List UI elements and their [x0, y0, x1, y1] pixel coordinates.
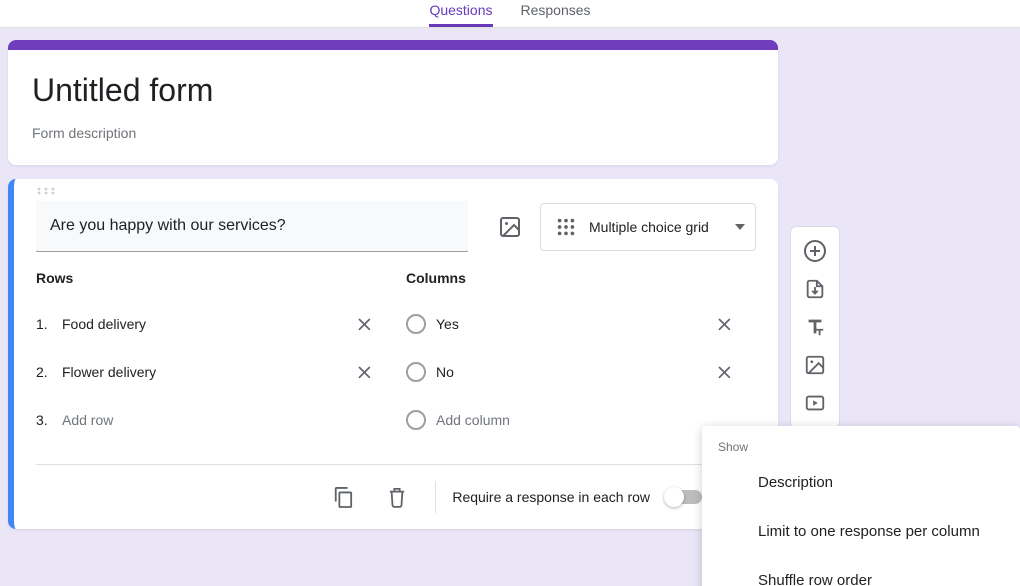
- options-menu: Show Description Limit to one response p…: [702, 426, 1020, 586]
- radio-icon: [406, 314, 426, 334]
- radio-icon: [406, 362, 426, 382]
- form-tabs: Questions Responses: [0, 0, 1020, 28]
- question-type-label: Multiple choice grid: [589, 219, 723, 235]
- form-title[interactable]: Untitled form: [32, 72, 754, 109]
- add-row[interactable]: 3. Add row: [36, 396, 376, 444]
- row-item[interactable]: 2. Flower delivery: [36, 348, 376, 396]
- row-number: 1.: [36, 316, 52, 332]
- remove-column-icon[interactable]: [712, 312, 736, 336]
- duplicate-icon[interactable]: [321, 475, 365, 519]
- form-description[interactable]: Form description: [32, 125, 754, 141]
- require-toggle[interactable]: [666, 490, 702, 504]
- tab-questions[interactable]: Questions: [429, 2, 492, 27]
- add-image-icon[interactable]: [498, 215, 522, 239]
- question-card: Multiple choice grid Rows 1. Food delive…: [8, 179, 778, 529]
- menu-section-label: Show: [702, 440, 1020, 458]
- menu-item-description[interactable]: Description: [702, 458, 1020, 507]
- add-question-icon[interactable]: [797, 233, 833, 269]
- menu-item-shuffle-rows[interactable]: Shuffle row order: [702, 556, 1020, 586]
- row-number: 2.: [36, 364, 52, 380]
- title-card[interactable]: Untitled form Form description: [8, 40, 778, 165]
- row-text[interactable]: Food delivery: [62, 316, 342, 332]
- column-text[interactable]: Yes: [436, 316, 702, 332]
- add-row-label: Add row: [62, 412, 376, 428]
- question-type-select[interactable]: Multiple choice grid: [540, 203, 756, 251]
- add-video-icon[interactable]: [797, 385, 833, 421]
- remove-column-icon[interactable]: [712, 360, 736, 384]
- grid-columns-column: Columns Yes No Add co: [406, 270, 736, 444]
- question-footer: Require a response in each row: [36, 465, 756, 529]
- tab-responses[interactable]: Responses: [521, 2, 591, 27]
- import-questions-icon[interactable]: [797, 271, 833, 307]
- side-toolbar: [790, 226, 840, 428]
- require-row-label: Require a response in each row: [452, 489, 650, 505]
- question-text-input[interactable]: [36, 201, 468, 252]
- chevron-down-icon: [735, 224, 745, 230]
- delete-icon[interactable]: [375, 475, 419, 519]
- column-item[interactable]: No: [406, 348, 736, 396]
- column-item[interactable]: Yes: [406, 300, 736, 348]
- add-title-icon[interactable]: [797, 309, 833, 345]
- add-image-icon[interactable]: [797, 347, 833, 383]
- add-column[interactable]: Add column: [406, 396, 736, 444]
- menu-item-limit-response[interactable]: Limit to one response per column: [702, 507, 1020, 556]
- grid-dots-icon: [555, 216, 577, 238]
- radio-icon: [406, 410, 426, 430]
- grid-rows-column: Rows 1. Food delivery 2. Flower delivery: [36, 270, 376, 444]
- row-text[interactable]: Flower delivery: [62, 364, 342, 380]
- row-number: 3.: [36, 412, 52, 428]
- row-item[interactable]: 1. Food delivery: [36, 300, 376, 348]
- rows-heading: Rows: [36, 270, 376, 286]
- drag-handle-icon[interactable]: [36, 187, 756, 201]
- column-text[interactable]: No: [436, 364, 702, 380]
- remove-row-icon[interactable]: [352, 312, 376, 336]
- columns-heading: Columns: [406, 270, 736, 286]
- add-column-label: Add column: [436, 412, 736, 428]
- editor-canvas: Untitled form Form description Multiple …: [0, 28, 1020, 586]
- separator: [435, 481, 436, 513]
- remove-row-icon[interactable]: [352, 360, 376, 384]
